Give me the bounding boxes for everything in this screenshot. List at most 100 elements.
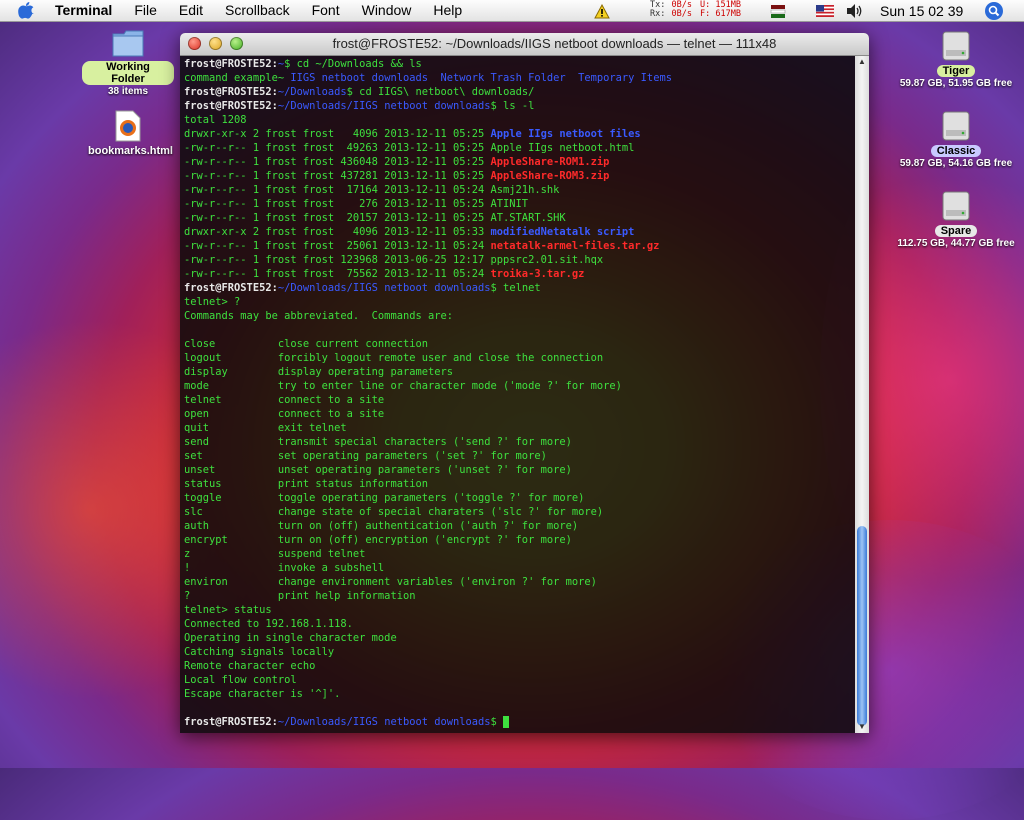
menu-bar: Terminal File Edit Scrollback Font Windo…	[0, 0, 1024, 22]
terminal-line: send transmit special characters ('send …	[184, 435, 852, 449]
file-metadata: -rw-r--r-- 1 frost frost 437281 2013-12-…	[184, 170, 491, 182]
vertical-scrollbar[interactable]: ▲ ▼	[855, 56, 869, 733]
command-text: $ ls -l	[490, 100, 535, 112]
scroll-thumb[interactable]	[857, 526, 867, 726]
output-text: quit exit telnet	[184, 422, 347, 434]
menu-clock[interactable]: Sun 15 02 39	[880, 0, 963, 22]
terminal-line: quit exit telnet	[184, 421, 852, 435]
file-name: troika-3.tar.gz	[490, 268, 585, 280]
menu-items: Terminal File Edit Scrollback Font Windo…	[55, 2, 484, 18]
output-text: Escape character is '^]'.	[184, 688, 341, 700]
prompt-user: frost@FROSTE52:	[184, 58, 278, 70]
prompt-user: frost@FROSTE52:	[184, 716, 278, 728]
menu-window[interactable]: Window	[362, 2, 412, 18]
file-metadata: -rw-r--r-- 1 frost frost 20157 2013-12-1…	[184, 212, 491, 224]
output-text: Local flow control	[184, 674, 297, 686]
output-text: unset unset operating parameters ('unset…	[184, 464, 572, 476]
output-text: Catching signals locally	[184, 646, 335, 658]
cpu-meter-icon[interactable]	[770, 0, 788, 22]
drive-info: 59.87 GB, 54.16 GB free	[899, 158, 1013, 169]
output-text: Operating in single character mode	[184, 632, 397, 644]
menu-font[interactable]: Font	[312, 2, 340, 18]
prompt-path: ~/Downloads/IIGS netboot downloads	[277, 282, 491, 294]
desktop-icon-bookmarks[interactable]: bookmarks.html	[82, 110, 174, 157]
us-flag-icon[interactable]	[816, 0, 834, 22]
terminal-line: set set operating parameters ('set ?' fo…	[184, 449, 852, 463]
desktop-icon-label: Working Folder	[82, 61, 174, 85]
drive-label: Classic	[930, 145, 982, 157]
network-monitor[interactable]: Tx: 0B/s U: 151MB Rx: 0B/s F: 617MB	[650, 1, 770, 23]
close-window-button[interactable]	[188, 37, 201, 50]
terminal-line: mode try to enter line or character mode…	[184, 379, 852, 393]
scroll-down-arrow-icon[interactable]: ▼	[855, 721, 869, 733]
drive-icon-spare[interactable]: Spare 112.75 GB, 44.77 GB free	[896, 190, 1016, 249]
window-titlebar[interactable]: frost@FROSTE52: ~/Downloads/IIGS netboot…	[180, 33, 869, 56]
prompt-path: ~/Downloads/IIGS netboot downloads	[277, 100, 491, 112]
command-text: $ telnet	[490, 282, 541, 294]
menu-help[interactable]: Help	[433, 2, 462, 18]
terminal-line: -rw-r--r-- 1 frost frost 20157 2013-12-1…	[184, 211, 852, 225]
output-text: close close current connection	[184, 338, 428, 350]
output-text: open connect to a site	[184, 408, 385, 420]
terminal-screen[interactable]: frost@FROSTE52:~$ cd ~/Downloads && ls co…	[184, 57, 852, 733]
spotlight-icon[interactable]	[984, 0, 1006, 22]
output-text: ? print help information	[184, 590, 416, 602]
output-text: total 1208	[184, 114, 247, 126]
warning-icon[interactable]	[594, 0, 612, 22]
output-text: environ change environment variables ('e…	[184, 576, 597, 588]
output-text: status print status information	[184, 478, 428, 490]
terminal-line: frost@FROSTE52:~/Downloads/IIGS netboot …	[184, 99, 852, 113]
minimize-window-button[interactable]	[209, 37, 222, 50]
file-metadata: -rw-r--r-- 1 frost frost 123968 2013-06-…	[184, 254, 491, 266]
drive-icon-classic[interactable]: Classic 59.87 GB, 54.16 GB free	[896, 110, 1016, 169]
prompt-path: ~/Downloads	[277, 86, 347, 98]
drive-info: 112.75 GB, 44.77 GB free	[897, 238, 1015, 249]
output-text: auth turn on (off) authentication ('auth…	[184, 520, 579, 532]
terminal-line: Remote character echo	[184, 659, 852, 673]
terminal-line: Operating in single character mode	[184, 631, 852, 645]
terminal-line: -rw-r--r-- 1 frost frost 25061 2013-12-1…	[184, 239, 852, 253]
apple-menu-icon[interactable]	[18, 2, 34, 19]
terminal-line: auth turn on (off) authentication ('auth…	[184, 519, 852, 533]
terminal-line: Commands may be abbreviated. Commands ar…	[184, 309, 852, 323]
output-text: display display operating parameters	[184, 366, 453, 378]
terminal-line: z suspend telnet	[184, 547, 852, 561]
menu-file[interactable]: File	[134, 2, 157, 18]
command-text: $	[490, 716, 504, 728]
volume-icon[interactable]	[845, 0, 865, 22]
file-name: AT.START.SHK	[490, 212, 566, 224]
drive-icon-tiger[interactable]: Tiger 59.87 GB, 51.95 GB free	[896, 30, 1016, 89]
rx-label: Rx:	[650, 9, 666, 19]
output-text: logout forcibly logout remote user and c…	[184, 352, 604, 364]
file-metadata: drwxr-xr-x 2 frost frost 4096 2013-12-11…	[184, 226, 491, 238]
desktop-icon-working-folder[interactable]: Working Folder 38 items	[82, 28, 174, 97]
terminal-line: -rw-r--r-- 1 frost frost 17164 2013-12-1…	[184, 183, 852, 197]
menu-edit[interactable]: Edit	[179, 2, 203, 18]
window-title: frost@FROSTE52: ~/Downloads/IIGS netboot…	[332, 36, 777, 51]
terminal-line: drwxr-xr-x 2 frost frost 4096 2013-12-11…	[184, 225, 852, 239]
terminal-line: status print status information	[184, 477, 852, 491]
output-text: telnet connect to a site	[184, 394, 385, 406]
firefox-file-icon	[115, 110, 141, 142]
menu-app-name[interactable]: Terminal	[55, 2, 112, 18]
memory-free: F: 617MB	[700, 9, 741, 19]
terminal-line: frost@FROSTE52:~$ cd ~/Downloads && ls	[184, 57, 852, 71]
output-text: set set operating parameters ('set ?' fo…	[184, 450, 547, 462]
menu-scrollback[interactable]: Scrollback	[225, 2, 290, 18]
file-metadata: drwxr-xr-x 2 frost frost 4096 2013-12-11…	[184, 128, 491, 140]
terminal-line: command example~ IIGS netboot downloads …	[184, 71, 852, 85]
terminal-line: -rw-r--r-- 1 frost frost 436048 2013-12-…	[184, 155, 852, 169]
output-text: z suspend telnet	[184, 548, 366, 560]
output-text: toggle toggle operating parameters ('tog…	[184, 492, 585, 504]
terminal-window[interactable]: frost@FROSTE52: ~/Downloads/IIGS netboot…	[180, 33, 869, 733]
scroll-up-arrow-icon[interactable]: ▲	[855, 56, 869, 68]
prompt-user: frost@FROSTE52:	[184, 86, 278, 98]
output-text: ! invoke a subshell	[184, 562, 385, 574]
terminal-line: open connect to a site	[184, 407, 852, 421]
zoom-window-button[interactable]	[230, 37, 243, 50]
terminal-line: frost@FROSTE52:~/Downloads/IIGS netboot …	[184, 281, 852, 295]
terminal-line: Local flow control	[184, 673, 852, 687]
terminal-line: display display operating parameters	[184, 365, 852, 379]
file-name: pppsrc2.01.sit.hqx	[490, 254, 604, 266]
